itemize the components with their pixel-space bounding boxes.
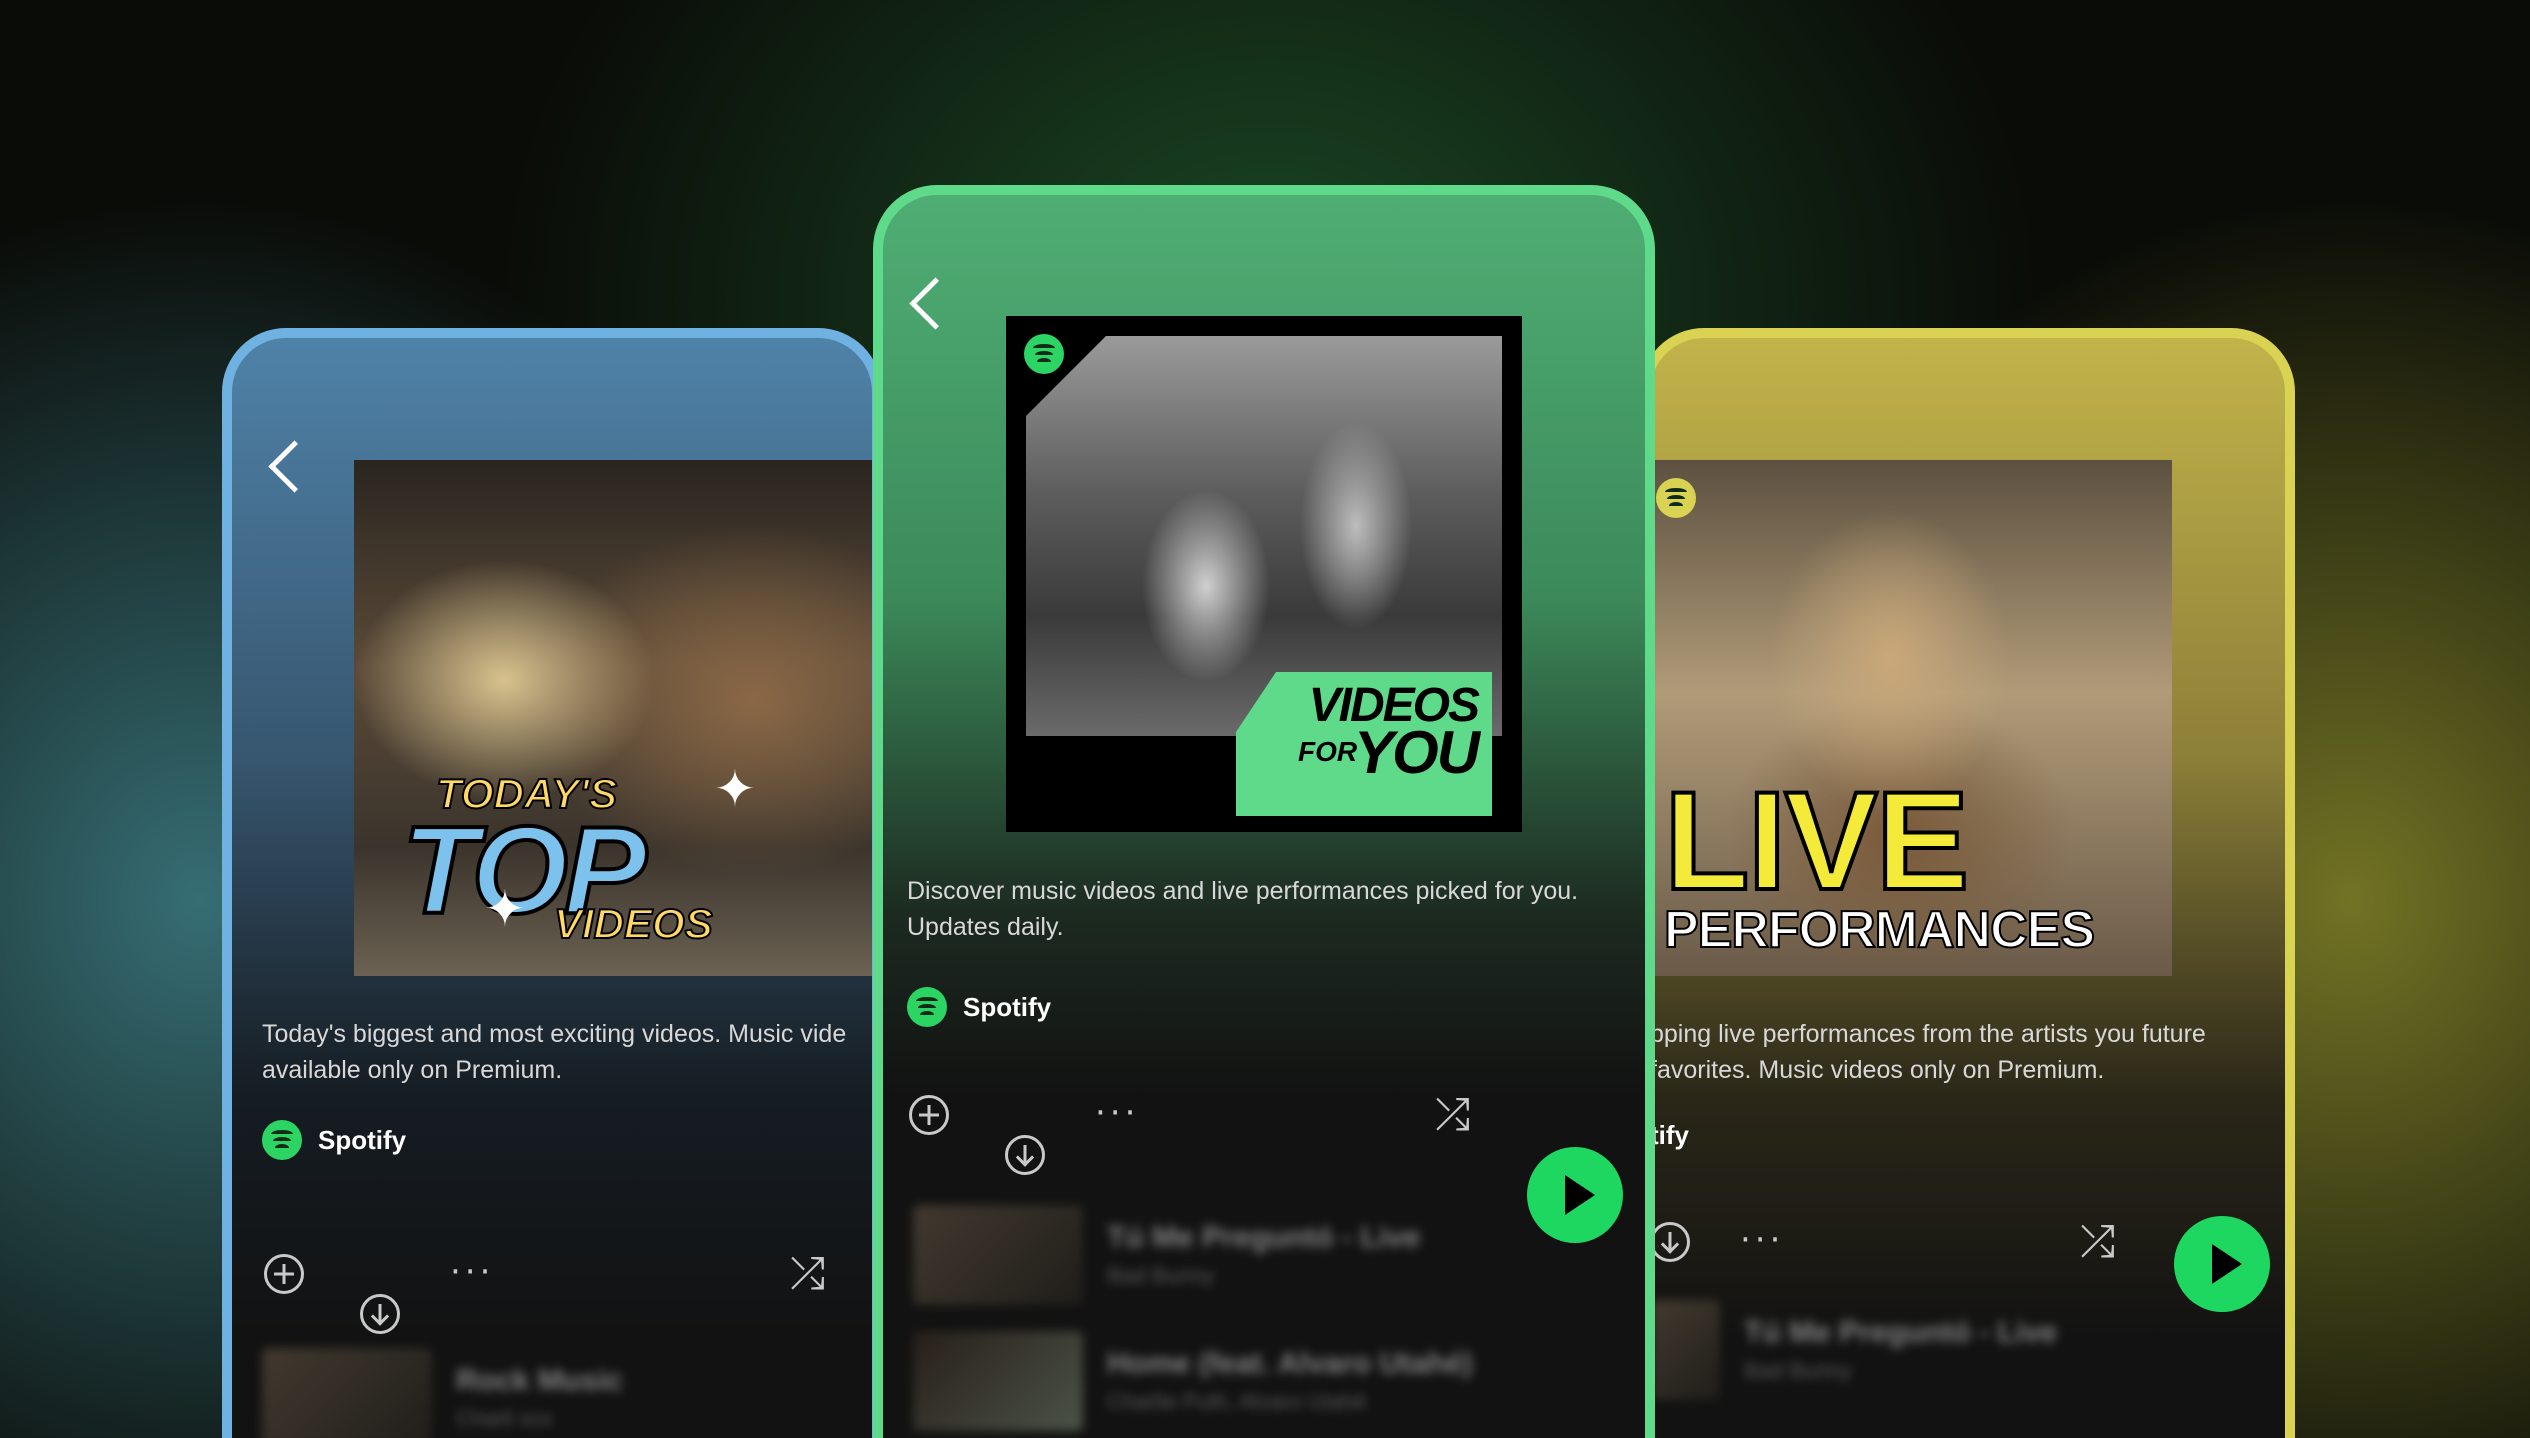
cover-title-you: YOU xyxy=(1353,719,1480,786)
track-thumbnail xyxy=(913,1205,1083,1305)
cover-title-sub: PERFORMANCES xyxy=(1663,900,2096,960)
owner-name: Spotify xyxy=(318,1124,407,1155)
track-row[interactable]: Rock Music Charli xcx xyxy=(262,1348,623,1438)
shuffle-icon[interactable]: ⤮ xyxy=(790,1252,825,1296)
playlist-cover: VIDEOS FOR YOU xyxy=(1006,316,1522,832)
track-row[interactable]: Home (feat. Alvaro Utahé) Charlie Puth, … xyxy=(913,1331,1473,1431)
back-chevron-icon[interactable] xyxy=(268,440,321,493)
cover-title-for: FOR xyxy=(1298,736,1358,767)
playlist-screen-todays-top-videos: TODAY'S TOP VIDEOS ✦ ✦ Today's biggest a… xyxy=(222,328,882,1438)
sparkle-icon: ✦ xyxy=(484,881,526,937)
track-artist: Charlie Puth, Alvaro Utahé xyxy=(1107,1389,1367,1414)
track-artist: Bad Bunny xyxy=(1107,1263,1215,1288)
more-options-icon[interactable]: ··· xyxy=(1740,1220,1784,1260)
track-thumbnail xyxy=(262,1348,432,1438)
download-icon[interactable] xyxy=(1005,1135,1045,1175)
more-options-icon[interactable]: ··· xyxy=(1095,1093,1139,1133)
play-button[interactable] xyxy=(1527,1147,1623,1243)
playlist-cover: LIVE PERFORMANCES xyxy=(1650,460,2172,976)
download-icon[interactable] xyxy=(360,1294,400,1334)
owner-name: tify xyxy=(1650,1120,1689,1150)
playlist-description: Discover music videos and live performan… xyxy=(907,877,1579,941)
playlist-owner[interactable]: tify xyxy=(1650,1120,1689,1151)
track-title: Rock Music xyxy=(456,1364,623,1397)
download-icon[interactable] xyxy=(1650,1222,1690,1262)
owner-name: Spotify xyxy=(963,991,1052,1022)
track-title: Tú Me Preguntó - Live xyxy=(1107,1221,1421,1254)
track-row[interactable]: Tú Me Preguntó - Live Bad Bunny xyxy=(1650,1300,2057,1400)
track-thumbnail xyxy=(1650,1300,1720,1400)
spotify-logo-icon xyxy=(1024,334,1064,374)
track-title: Home (feat. Alvaro Utahé) xyxy=(1107,1347,1473,1380)
shuffle-icon[interactable]: ⤮ xyxy=(1435,1093,1470,1137)
playlist-screen-videos-for-you: VIDEOS FOR YOU Discover music videos and… xyxy=(873,185,1655,1438)
add-to-library-icon[interactable] xyxy=(909,1095,949,1135)
playlist-description: pping live performances from the artists… xyxy=(1650,1020,2206,1084)
playlist-owner[interactable]: Spotify xyxy=(907,987,1051,1027)
cover-title-badge: VIDEOS FOR YOU xyxy=(1236,672,1492,816)
more-options-icon[interactable]: ··· xyxy=(450,1252,494,1292)
cover-title-main: LIVE xyxy=(1662,760,1971,921)
add-to-library-icon[interactable] xyxy=(264,1254,304,1294)
track-artist: Charli xcx xyxy=(456,1406,553,1431)
playlist-screen-live-performances: LIVE PERFORMANCES pping live performance… xyxy=(1640,328,2295,1438)
playlist-owner[interactable]: Spotify xyxy=(262,1120,406,1160)
playlist-cover: TODAY'S TOP VIDEOS ✦ ✦ xyxy=(354,460,872,976)
sparkle-icon: ✦ xyxy=(714,761,756,817)
cover-title-bottom: VIDEOS xyxy=(553,899,714,948)
play-button[interactable] xyxy=(2174,1216,2270,1312)
shuffle-icon[interactable]: ⤮ xyxy=(2080,1220,2115,1264)
spotify-logo-icon xyxy=(907,987,947,1027)
spotify-logo-icon xyxy=(1656,478,1696,518)
back-chevron-icon[interactable] xyxy=(909,277,962,330)
track-thumbnail xyxy=(913,1331,1083,1431)
track-row[interactable]: Tú Me Preguntó - Live Bad Bunny xyxy=(913,1205,1420,1305)
playlist-description: Today's biggest and most exciting videos… xyxy=(262,1020,847,1084)
track-artist: Bad Bunny xyxy=(1744,1358,1852,1383)
spotify-logo-icon xyxy=(262,1120,302,1160)
track-title: Tú Me Preguntó - Live xyxy=(1744,1316,2058,1349)
